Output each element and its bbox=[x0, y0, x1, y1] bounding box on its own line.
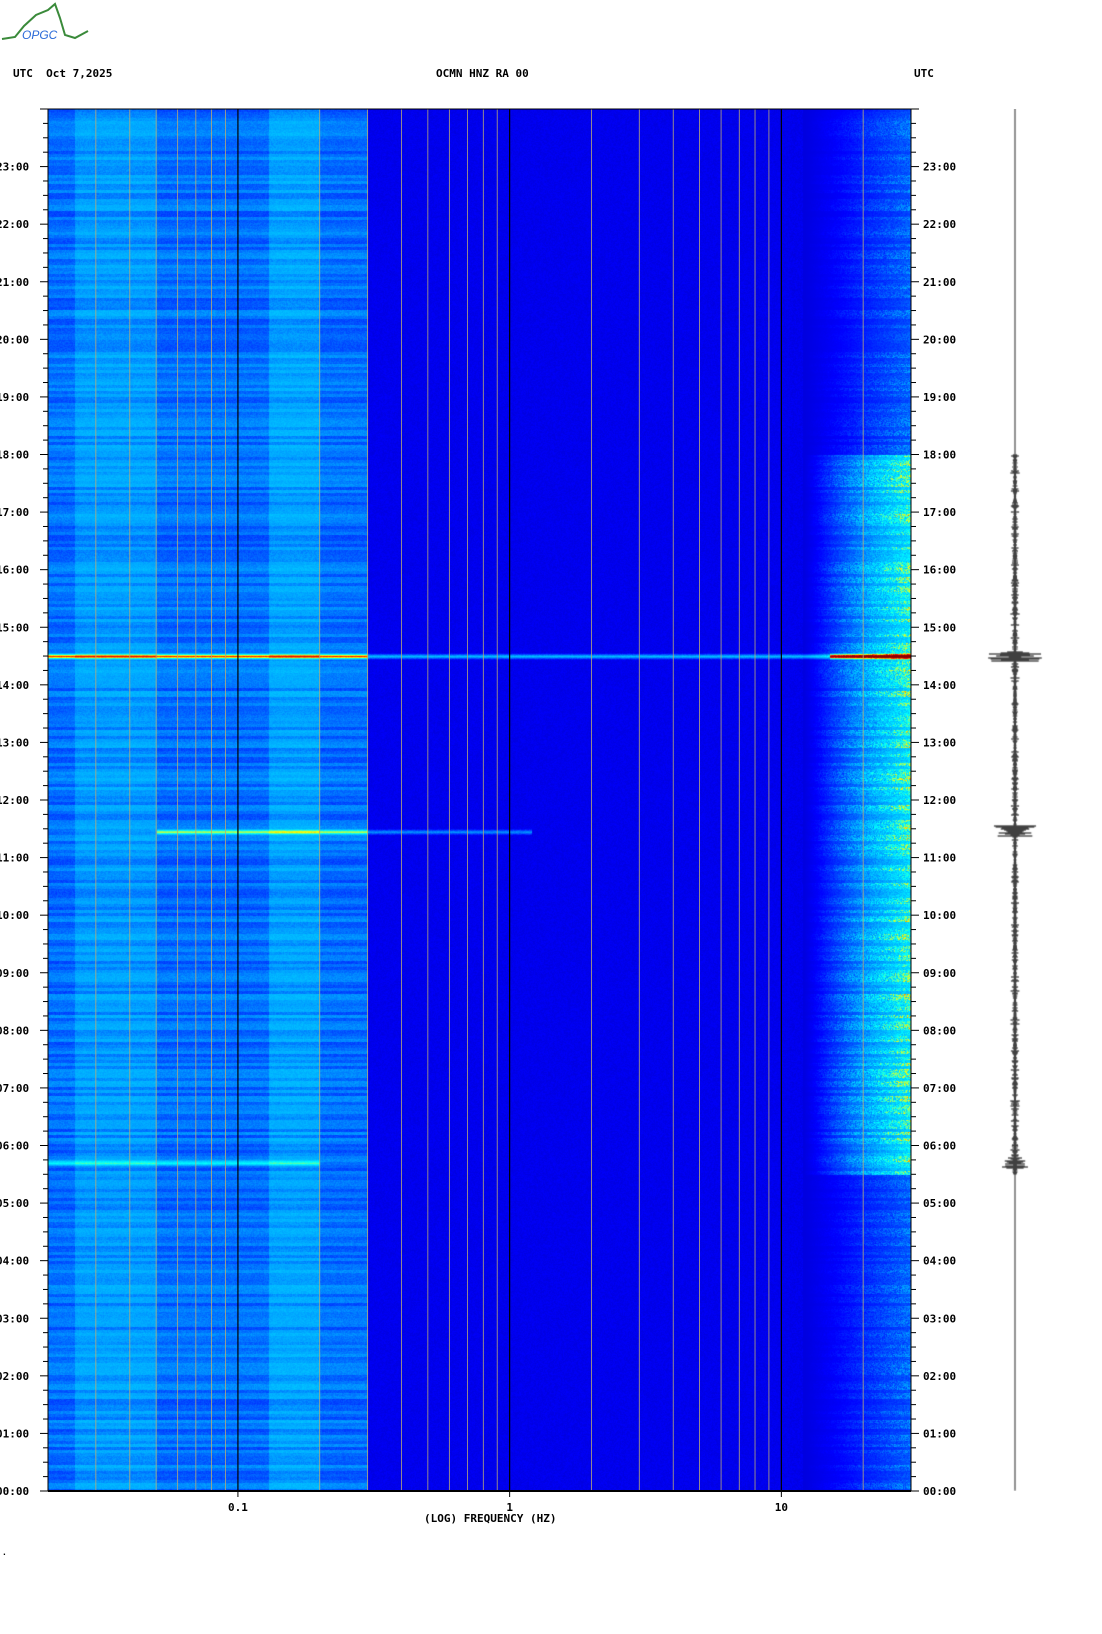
x-tick-label: 10 bbox=[775, 1501, 788, 1514]
y-tick-label-right: 06:00 bbox=[923, 1140, 956, 1153]
y-tick-label-right: 10:00 bbox=[923, 909, 956, 922]
y-tick-label-right: 20:00 bbox=[923, 333, 956, 346]
x-axis-label: (LOG) FREQUENCY (HZ) bbox=[424, 1512, 557, 1525]
y-tick-label-left: 13:00 bbox=[0, 736, 29, 749]
y-tick-label-right: 23:00 bbox=[923, 161, 956, 174]
y-tick-label-left: 23:00 bbox=[0, 161, 29, 174]
y-tick-label-right: 12:00 bbox=[923, 794, 956, 807]
y-tick-label-left: 04:00 bbox=[0, 1255, 29, 1268]
y-tick-label-right: 22:00 bbox=[923, 218, 956, 231]
y-tick-label-right: 03:00 bbox=[923, 1312, 956, 1325]
x-tick-label: 0.1 bbox=[228, 1501, 248, 1514]
y-tick-label-right: 21:00 bbox=[923, 276, 956, 289]
y-tick-label-right: 07:00 bbox=[923, 1082, 956, 1095]
axes-overlay: 00:00 00:00 01:00 01:00 02:00 02:00 03:00 03:00… bbox=[0, 108, 956, 1514]
y-tick-label-left: 08:00 bbox=[0, 1024, 29, 1037]
y-tick-label-left: 03:00 bbox=[0, 1312, 29, 1325]
y-tick-label-left: 22:00 bbox=[0, 218, 29, 231]
y-tick-label-right: 13:00 bbox=[923, 736, 956, 749]
y-tick-label-right: 15:00 bbox=[923, 621, 956, 634]
y-tick-label-left: 18:00 bbox=[0, 449, 29, 462]
y-tick-label-right: 11:00 bbox=[923, 852, 956, 865]
y-tick-label-right: 14:00 bbox=[923, 679, 956, 692]
y-tick-label-left: 06:00 bbox=[0, 1140, 29, 1153]
y-tick-label-left: 14:00 bbox=[0, 679, 29, 692]
y-tick-label-right: 01:00 bbox=[923, 1427, 956, 1440]
y-tick-label-right: 09:00 bbox=[923, 967, 956, 980]
y-tick-label-left: 01:00 bbox=[0, 1427, 29, 1440]
y-tick-label-left: 15:00 bbox=[0, 621, 29, 634]
y-tick-label-left: 20:00 bbox=[0, 333, 29, 346]
y-tick-label-left: 16:00 bbox=[0, 564, 29, 577]
y-tick-label-left: 10:00 bbox=[0, 909, 29, 922]
y-tick-label-left: 00:00 bbox=[0, 1485, 29, 1498]
y-tick-label-right: 02:00 bbox=[923, 1370, 956, 1383]
y-tick-label-right: 17:00 bbox=[923, 506, 956, 519]
y-tick-label-right: 16:00 bbox=[923, 564, 956, 577]
y-tick-label-left: 19:00 bbox=[0, 391, 29, 404]
y-tick-label-right: 04:00 bbox=[923, 1255, 956, 1268]
spectrogram-page: OPGC UTC Oct 7,2025 OCMN HNZ RA 00 UTC 0… bbox=[0, 0, 1102, 1634]
y-tick-label-left: 07:00 bbox=[0, 1082, 29, 1095]
y-tick-label-left: 12:00 bbox=[0, 794, 29, 807]
seismogram-trace bbox=[980, 109, 1050, 1491]
footer-mark: · bbox=[2, 1550, 7, 1559]
y-tick-label-left: 11:00 bbox=[0, 852, 29, 865]
y-tick-label-left: 21:00 bbox=[0, 276, 29, 289]
y-tick-label-right: 19:00 bbox=[923, 391, 956, 404]
y-tick-label-left: 05:00 bbox=[0, 1197, 29, 1210]
y-tick-label-right: 00:00 bbox=[923, 1485, 956, 1498]
y-tick-label-right: 18:00 bbox=[923, 449, 956, 462]
y-tick-label-right: 08:00 bbox=[923, 1024, 956, 1037]
y-tick-label-right: 05:00 bbox=[923, 1197, 956, 1210]
y-tick-label-left: 17:00 bbox=[0, 506, 29, 519]
y-tick-label-left: 02:00 bbox=[0, 1370, 29, 1383]
y-tick-label-left: 09:00 bbox=[0, 967, 29, 980]
